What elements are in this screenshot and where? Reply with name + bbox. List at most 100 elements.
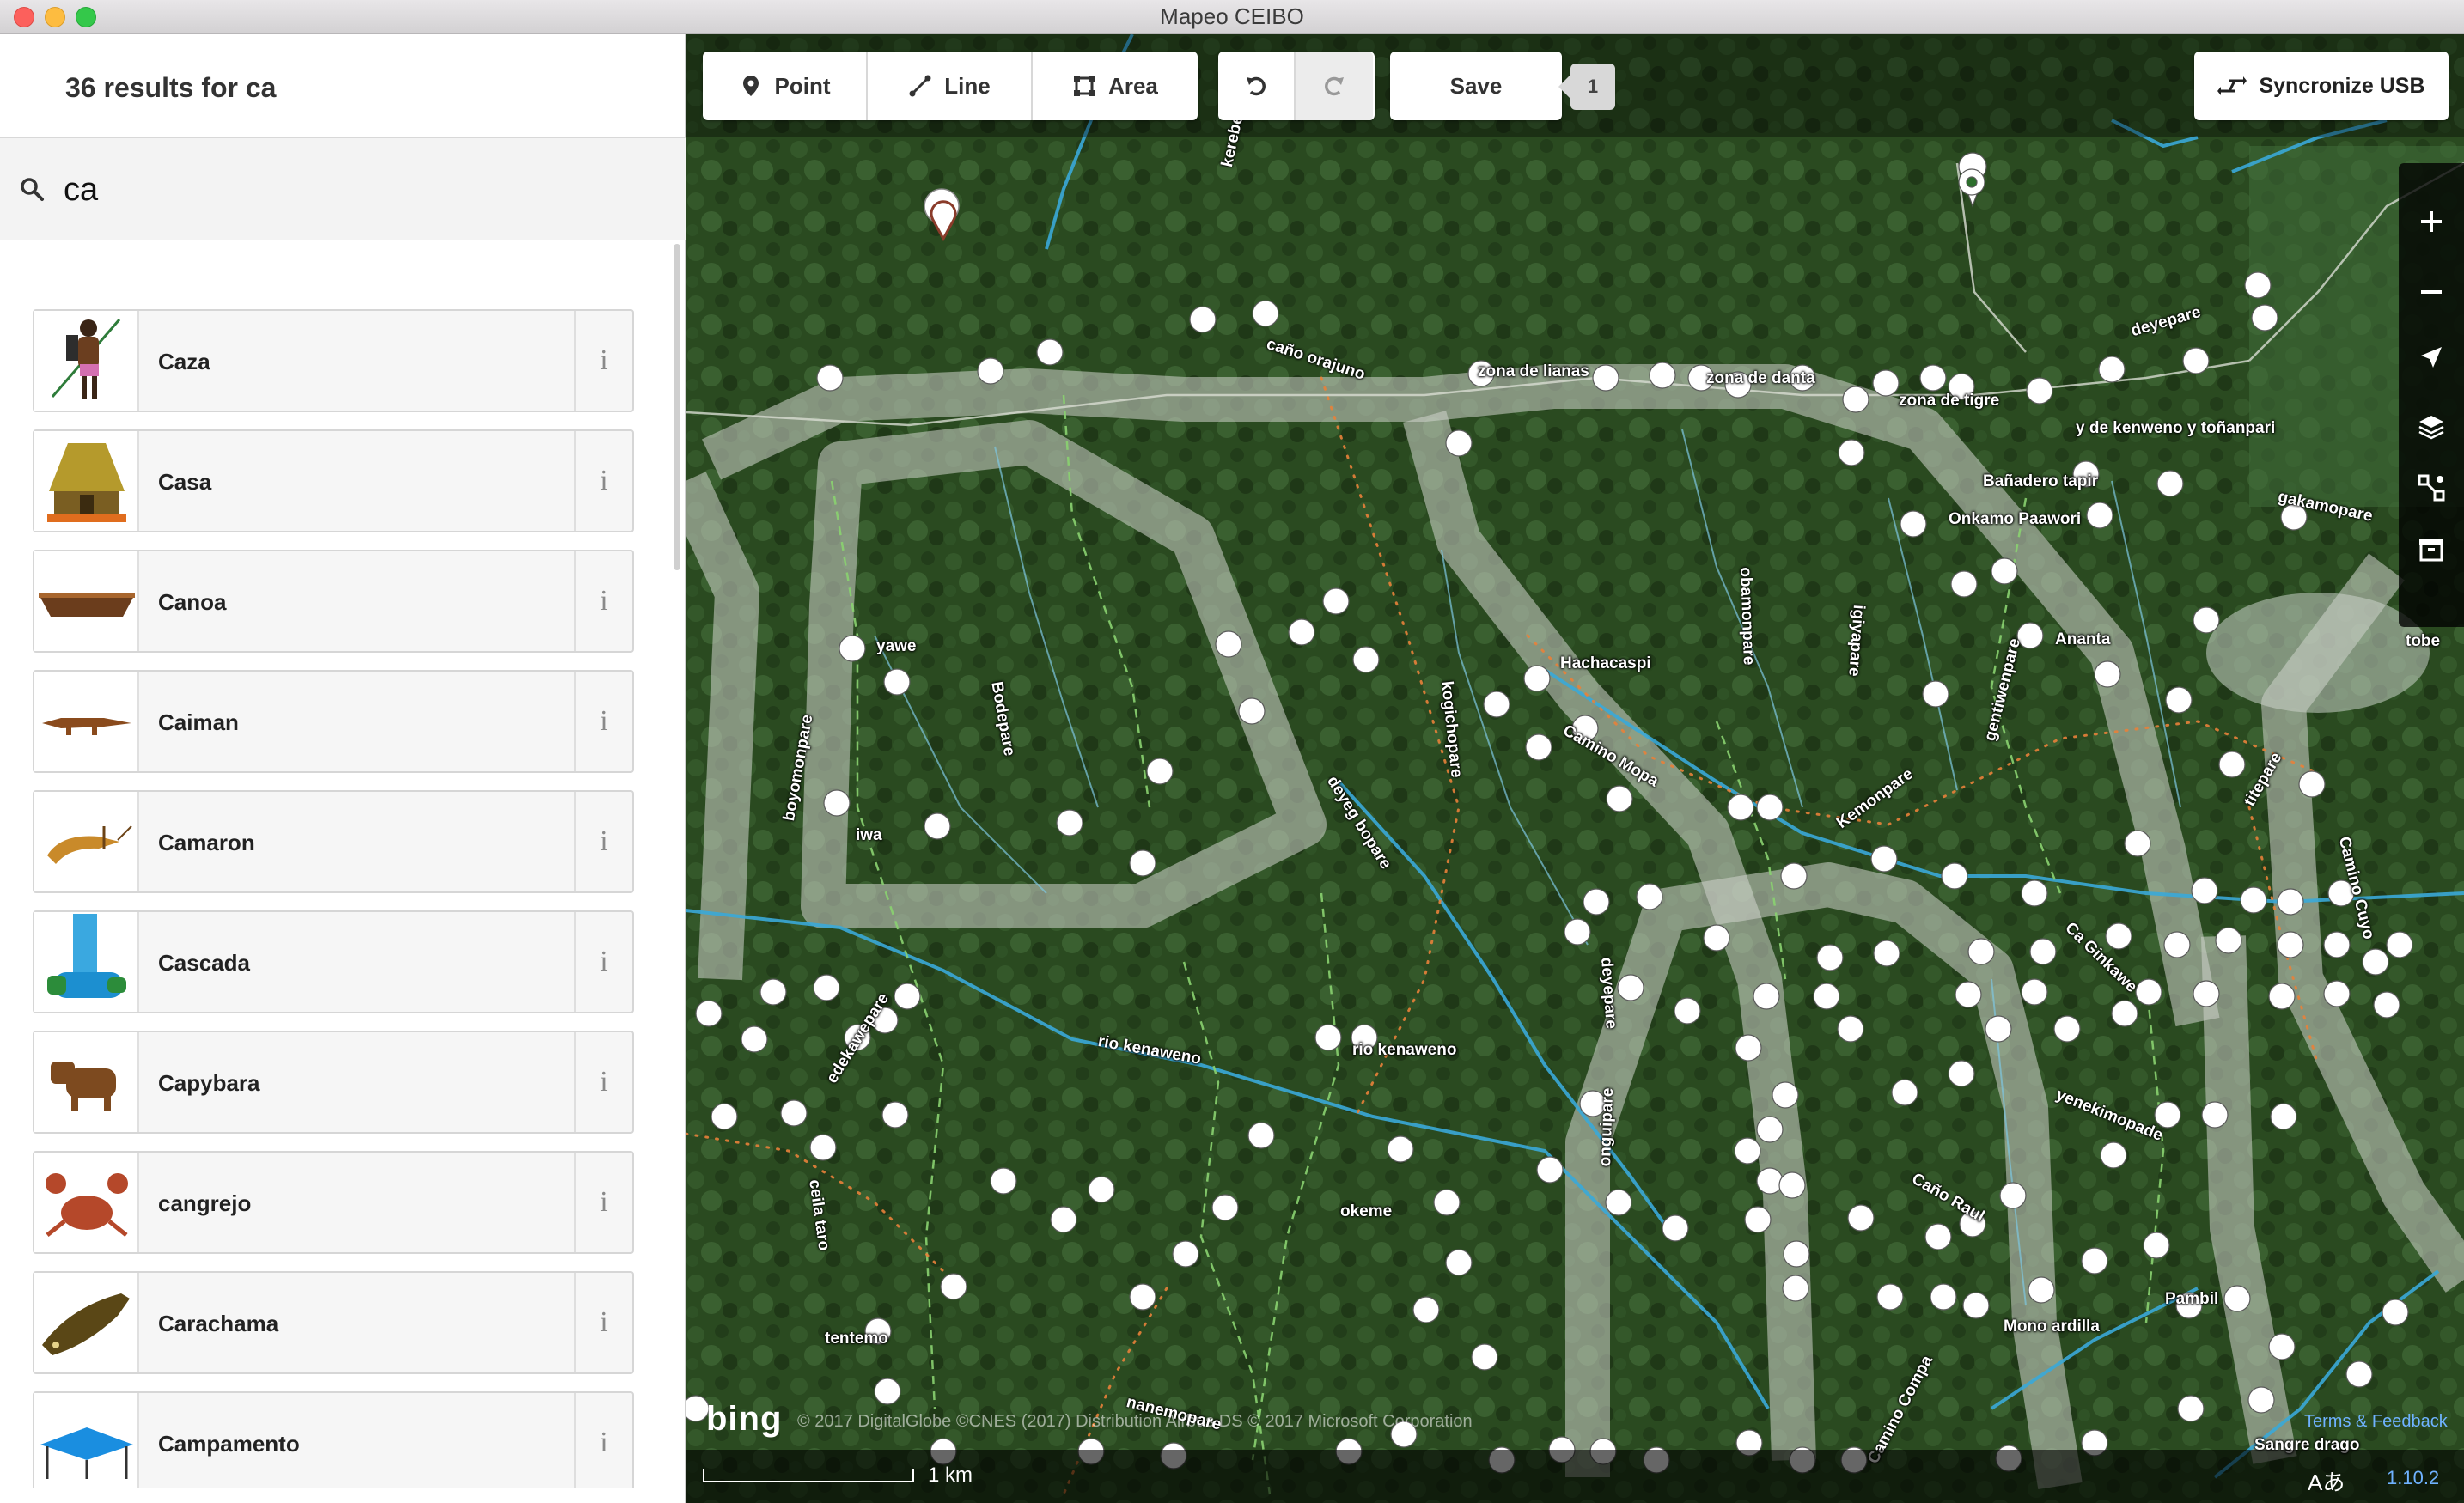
scale-label: 1 km bbox=[928, 1463, 973, 1487]
map-label: zona de lianas bbox=[1478, 362, 1589, 380]
info-icon[interactable]: i bbox=[574, 1273, 632, 1372]
map-label: y de kenweno y toñanpari bbox=[2076, 419, 2276, 437]
preset-item-label: Cascada bbox=[158, 950, 250, 976]
redo-button[interactable] bbox=[1296, 52, 1373, 120]
preset-item-canoa[interactable]: Canoa i bbox=[33, 550, 634, 653]
preset-item-label: Campamento bbox=[158, 1431, 300, 1457]
plus-icon bbox=[2421, 211, 2442, 232]
satellite-map-layer[interactable] bbox=[686, 34, 2464, 1503]
capybara-icon bbox=[51, 1062, 116, 1111]
preset-item-label: Capybara bbox=[158, 1070, 260, 1096]
network-settings-button[interactable] bbox=[2399, 455, 2464, 520]
results-scrollbar[interactable] bbox=[674, 244, 680, 570]
search-input[interactable] bbox=[64, 164, 648, 216]
tent-icon bbox=[40, 1427, 133, 1479]
info-icon[interactable]: i bbox=[574, 1032, 632, 1132]
map-label: Pambil bbox=[2165, 1290, 2219, 1308]
locate-me-button[interactable] bbox=[2399, 325, 2464, 390]
network-icon bbox=[2418, 474, 2445, 502]
fish-icon bbox=[42, 1293, 130, 1355]
preset-item-carachama[interactable]: Carachama i bbox=[33, 1271, 634, 1374]
scale-bar bbox=[703, 1469, 914, 1482]
draw-tools: Point Line Area bbox=[703, 52, 1198, 120]
preset-item-caiman[interactable]: Caiman i bbox=[33, 670, 634, 773]
pending-edits-badge: 1 bbox=[1558, 64, 1615, 110]
map-label: zona de danta bbox=[1706, 369, 1815, 387]
waterfall-icon bbox=[47, 914, 126, 998]
preset-results-list: Caza i Casa i Canoa i Caiman i Camaron i… bbox=[0, 242, 679, 1488]
undo-redo-group bbox=[1218, 52, 1375, 120]
preset-item-campamento[interactable]: Campamento i bbox=[33, 1391, 634, 1488]
area-icon bbox=[1074, 76, 1095, 96]
terms-feedback-link[interactable]: Terms & Feedback bbox=[2304, 1412, 2448, 1432]
info-icon[interactable]: i bbox=[574, 551, 632, 651]
preset-item-camaron[interactable]: Camaron i bbox=[33, 790, 634, 893]
preset-item-label: Caiman bbox=[158, 709, 239, 735]
results-title: 36 results for ca bbox=[65, 72, 277, 103]
map-view[interactable]: kerebepare caño orajuno zona de lianas z… bbox=[686, 34, 2464, 1503]
preset-item-label: Canoa bbox=[158, 589, 227, 615]
map-label: tobe bbox=[2406, 632, 2441, 650]
bing-logo: bing bbox=[706, 1400, 783, 1438]
window-titlebar: Mapeo CEIBO bbox=[0, 0, 2464, 34]
preset-item-casa[interactable]: Casa i bbox=[33, 429, 634, 532]
map-label: yawe bbox=[876, 637, 917, 655]
map-label: Onkamo Paawori bbox=[1949, 510, 2082, 528]
language-icon[interactable]: Aあ bbox=[2308, 1465, 2345, 1497]
window-title: Mapeo CEIBO bbox=[1160, 3, 1304, 29]
preset-item-label: Camaron bbox=[158, 830, 255, 855]
add-point-button[interactable]: Point bbox=[703, 52, 868, 120]
info-icon[interactable]: i bbox=[574, 1153, 632, 1252]
info-icon[interactable]: i bbox=[574, 672, 632, 771]
map-label: Bañadero tapir bbox=[1983, 472, 2099, 490]
shrimp-icon bbox=[47, 825, 132, 864]
search-bar bbox=[0, 137, 686, 240]
preset-item-caza[interactable]: Caza i bbox=[33, 309, 634, 412]
canoe-icon bbox=[39, 593, 135, 617]
sync-usb-button[interactable]: Syncronize USB bbox=[2194, 52, 2449, 120]
search-icon bbox=[21, 178, 44, 201]
layers-button[interactable] bbox=[2399, 393, 2464, 459]
info-icon[interactable]: i bbox=[574, 1393, 632, 1488]
map-label: rio kenaweno bbox=[1352, 1041, 1457, 1059]
map-label: zona de tigre bbox=[1899, 392, 2000, 410]
info-icon[interactable]: i bbox=[574, 912, 632, 1012]
undo-icon bbox=[1247, 76, 1266, 96]
area-label: Area bbox=[1108, 72, 1158, 99]
sync-arrows-icon bbox=[2217, 76, 2247, 95]
preset-item-capybara[interactable]: Capybara i bbox=[33, 1031, 634, 1134]
save-button[interactable]: Save bbox=[1390, 52, 1562, 120]
caiman-icon bbox=[42, 718, 131, 735]
undo-button[interactable] bbox=[1218, 52, 1296, 120]
location-arrow-icon bbox=[2421, 347, 2442, 368]
info-icon[interactable]: i bbox=[574, 431, 632, 531]
info-icon[interactable]: i bbox=[574, 792, 632, 891]
map-label: onguipare bbox=[1596, 1087, 1618, 1167]
map-label: Hachacaspi bbox=[1560, 654, 1651, 672]
map-controls bbox=[2399, 163, 2464, 627]
hunter-icon bbox=[51, 319, 121, 399]
add-line-button[interactable]: Line bbox=[868, 52, 1033, 120]
crab-icon bbox=[46, 1173, 128, 1237]
redo-icon bbox=[1325, 76, 1344, 96]
preset-item-cangrejo[interactable]: cangrejo i bbox=[33, 1151, 634, 1254]
map-label: tentemo bbox=[825, 1330, 888, 1348]
map-label: okeme bbox=[1340, 1202, 1393, 1220]
imagery-attribution: © 2017 DigitalGlobe ©CNES (2017) Distrib… bbox=[797, 1412, 1473, 1431]
archive-icon bbox=[2419, 539, 2443, 562]
map-pin-icon bbox=[742, 76, 759, 96]
preset-search-sidebar: 36 results for ca Caza i bbox=[0, 34, 686, 1503]
info-icon[interactable]: i bbox=[574, 311, 632, 411]
export-button[interactable] bbox=[2399, 517, 2464, 582]
app-version: 1.10.2 bbox=[2387, 1467, 2440, 1488]
add-area-button[interactable]: Area bbox=[1033, 52, 1198, 120]
preset-item-cascada[interactable]: Cascada i bbox=[33, 910, 634, 1013]
zoom-in-button[interactable] bbox=[2399, 189, 2464, 254]
line-label: Line bbox=[944, 72, 991, 99]
layers-icon bbox=[2418, 416, 2444, 440]
line-icon bbox=[909, 75, 931, 97]
preset-item-label: cangrejo bbox=[158, 1190, 252, 1216]
map-label: Mono ardilla bbox=[2004, 1317, 2100, 1336]
zoom-out-button[interactable] bbox=[2399, 259, 2464, 325]
sync-label: Syncronize USB bbox=[2259, 73, 2425, 98]
